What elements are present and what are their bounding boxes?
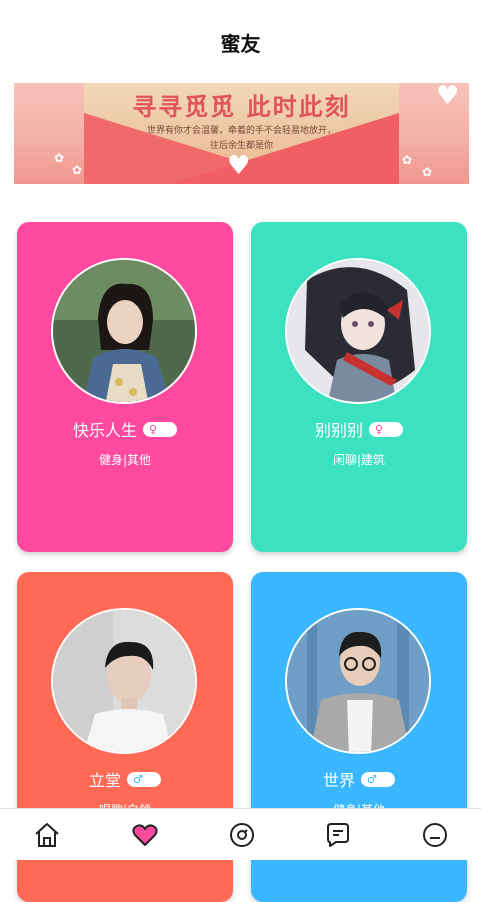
- bottom-tab-bar: [0, 808, 481, 860]
- user-tags: 健身|其他: [98, 453, 152, 467]
- tab-profile[interactable]: [421, 821, 449, 849]
- banner-subtitle-line2: 往后余生都是你: [209, 141, 273, 151]
- user-name: 快乐人生: [72, 421, 137, 440]
- user-name: 世界: [322, 771, 355, 790]
- heart-icon: ♥: [227, 151, 251, 181]
- tab-home[interactable]: [33, 821, 61, 849]
- compass-icon: [230, 823, 254, 847]
- avatar: [51, 608, 197, 754]
- user-card[interactable]: 快乐人生 ♀ 健身|其他: [17, 222, 233, 552]
- male-icon: ♂: [127, 771, 161, 787]
- message-icon: [327, 823, 349, 847]
- flower-icon: ✿: [72, 163, 83, 177]
- avatar: [51, 258, 197, 404]
- page-title: 蜜友: [220, 32, 261, 56]
- male-icon: ♂: [361, 771, 395, 787]
- tab-match[interactable]: [131, 821, 159, 849]
- heart-icon: ♥: [436, 83, 460, 111]
- flower-icon: ✿: [402, 153, 413, 167]
- user-name: 别别别: [314, 421, 363, 440]
- tab-messages[interactable]: [324, 821, 352, 849]
- user-card[interactable]: 别别别 ♀ 闲聊|建筑: [251, 222, 467, 552]
- profile-icon: [423, 823, 447, 847]
- female-icon: ♀: [369, 421, 403, 437]
- promo-banner[interactable]: 寻寻觅觅 此时此刻 世界有你才会温馨，牵着的手不会轻易地放开， 往后余生都是你 …: [14, 83, 469, 184]
- avatar: [285, 258, 431, 404]
- flower-icon: ✿: [54, 151, 65, 165]
- heart-icon: [132, 824, 158, 846]
- banner-subtitle-line1: 世界有你才会温馨，牵着的手不会轻易地放开，: [146, 126, 336, 136]
- banner-headline: 寻寻觅觅 此时此刻: [132, 93, 351, 121]
- flower-icon: ✿: [422, 165, 433, 179]
- tab-discover[interactable]: [228, 821, 256, 849]
- user-tags: 闲聊|建筑: [332, 453, 386, 467]
- user-name: 立堂: [88, 771, 121, 790]
- avatar: [285, 608, 431, 754]
- female-icon: ♀: [143, 421, 177, 437]
- home-icon: [35, 823, 59, 847]
